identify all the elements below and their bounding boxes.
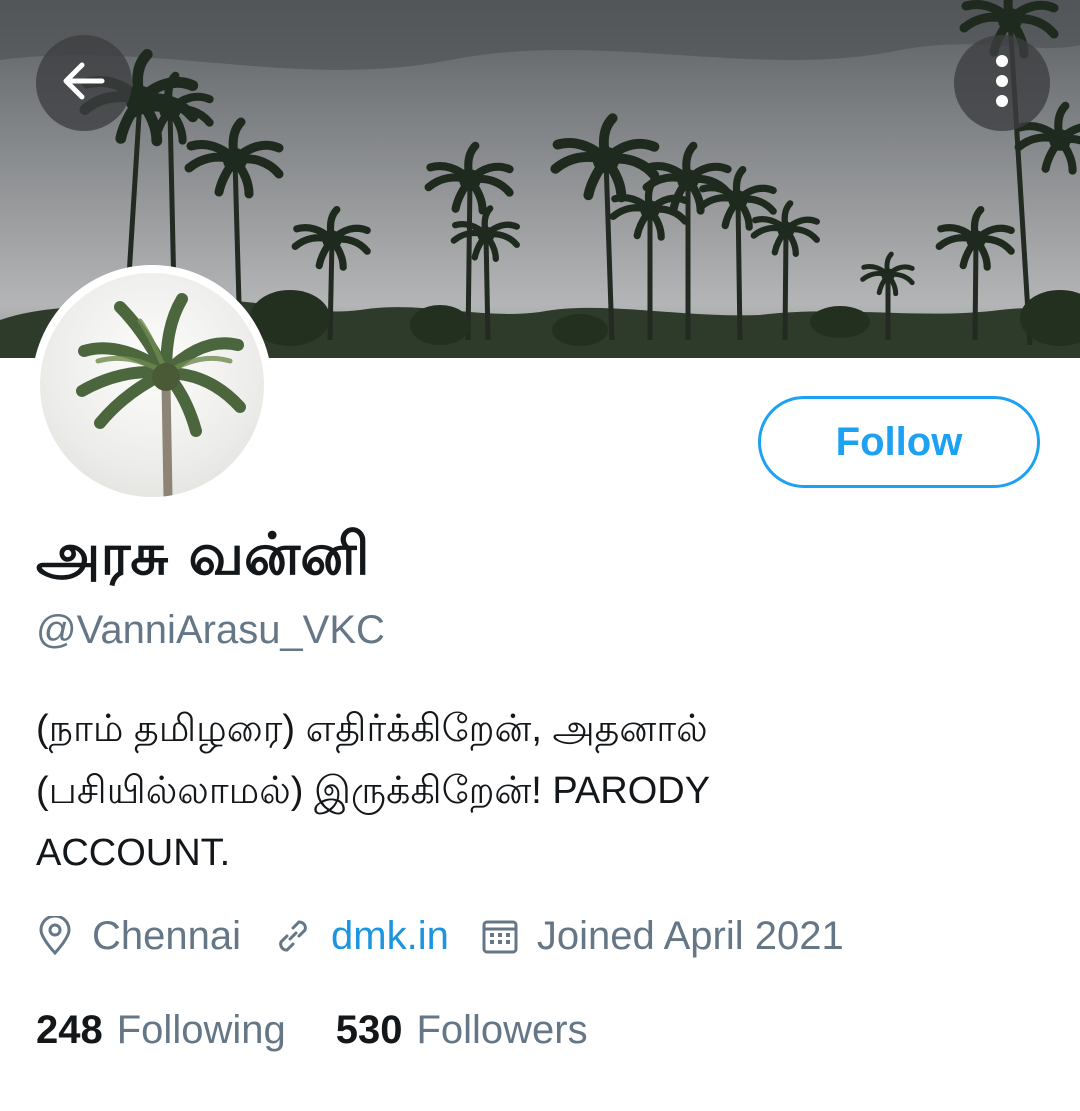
location-item: Chennai bbox=[36, 914, 241, 959]
user-handle: @VanniArasu_VKC bbox=[36, 608, 385, 652]
profile-meta: Chennai dmk.in Joined April 2021 bbox=[36, 906, 876, 966]
arrow-left-icon bbox=[58, 55, 110, 112]
more-options-button[interactable] bbox=[954, 35, 1050, 131]
website-item[interactable]: dmk.in bbox=[273, 914, 449, 959]
avatar-palm-tree-image bbox=[40, 273, 264, 497]
website-link[interactable]: dmk.in bbox=[331, 914, 449, 959]
avatar[interactable] bbox=[32, 265, 272, 505]
bio-line: (நாம் தமிழரை) எதிர்க்கிறேன், அதனால் bbox=[36, 708, 708, 750]
link-icon bbox=[273, 916, 313, 956]
follow-stats: 248 Following 530 Followers bbox=[36, 1000, 638, 1060]
following-count: 248 bbox=[36, 1007, 103, 1052]
location-text: Chennai bbox=[92, 913, 242, 958]
joined-item: Joined April 2021 bbox=[481, 914, 844, 959]
location-pin-icon bbox=[36, 916, 74, 956]
bio-line: (பசியில்லாமல்) இருக்கிறேன்! PARODY bbox=[36, 770, 711, 812]
calendar-icon bbox=[481, 917, 519, 955]
following-stat[interactable]: 248 Following bbox=[36, 1008, 336, 1053]
more-vertical-icon bbox=[992, 51, 1012, 116]
following-label: Following bbox=[116, 1007, 286, 1052]
followers-count: 530 bbox=[335, 1007, 403, 1052]
back-button[interactable] bbox=[36, 35, 132, 131]
profile-bio: (நாம் தமிழரை) எதிர்க்கிறேன், அதனால் (பசி… bbox=[36, 698, 1036, 884]
joined-date-text: Joined April 2021 bbox=[536, 913, 844, 958]
follow-button[interactable]: Follow bbox=[758, 396, 1040, 488]
bio-line: ACCOUNT. bbox=[36, 832, 231, 874]
display-name: அரசு வன்னி bbox=[36, 520, 370, 588]
followers-label: Followers bbox=[416, 1007, 588, 1052]
followers-stat[interactable]: 530 Followers bbox=[336, 1008, 638, 1053]
